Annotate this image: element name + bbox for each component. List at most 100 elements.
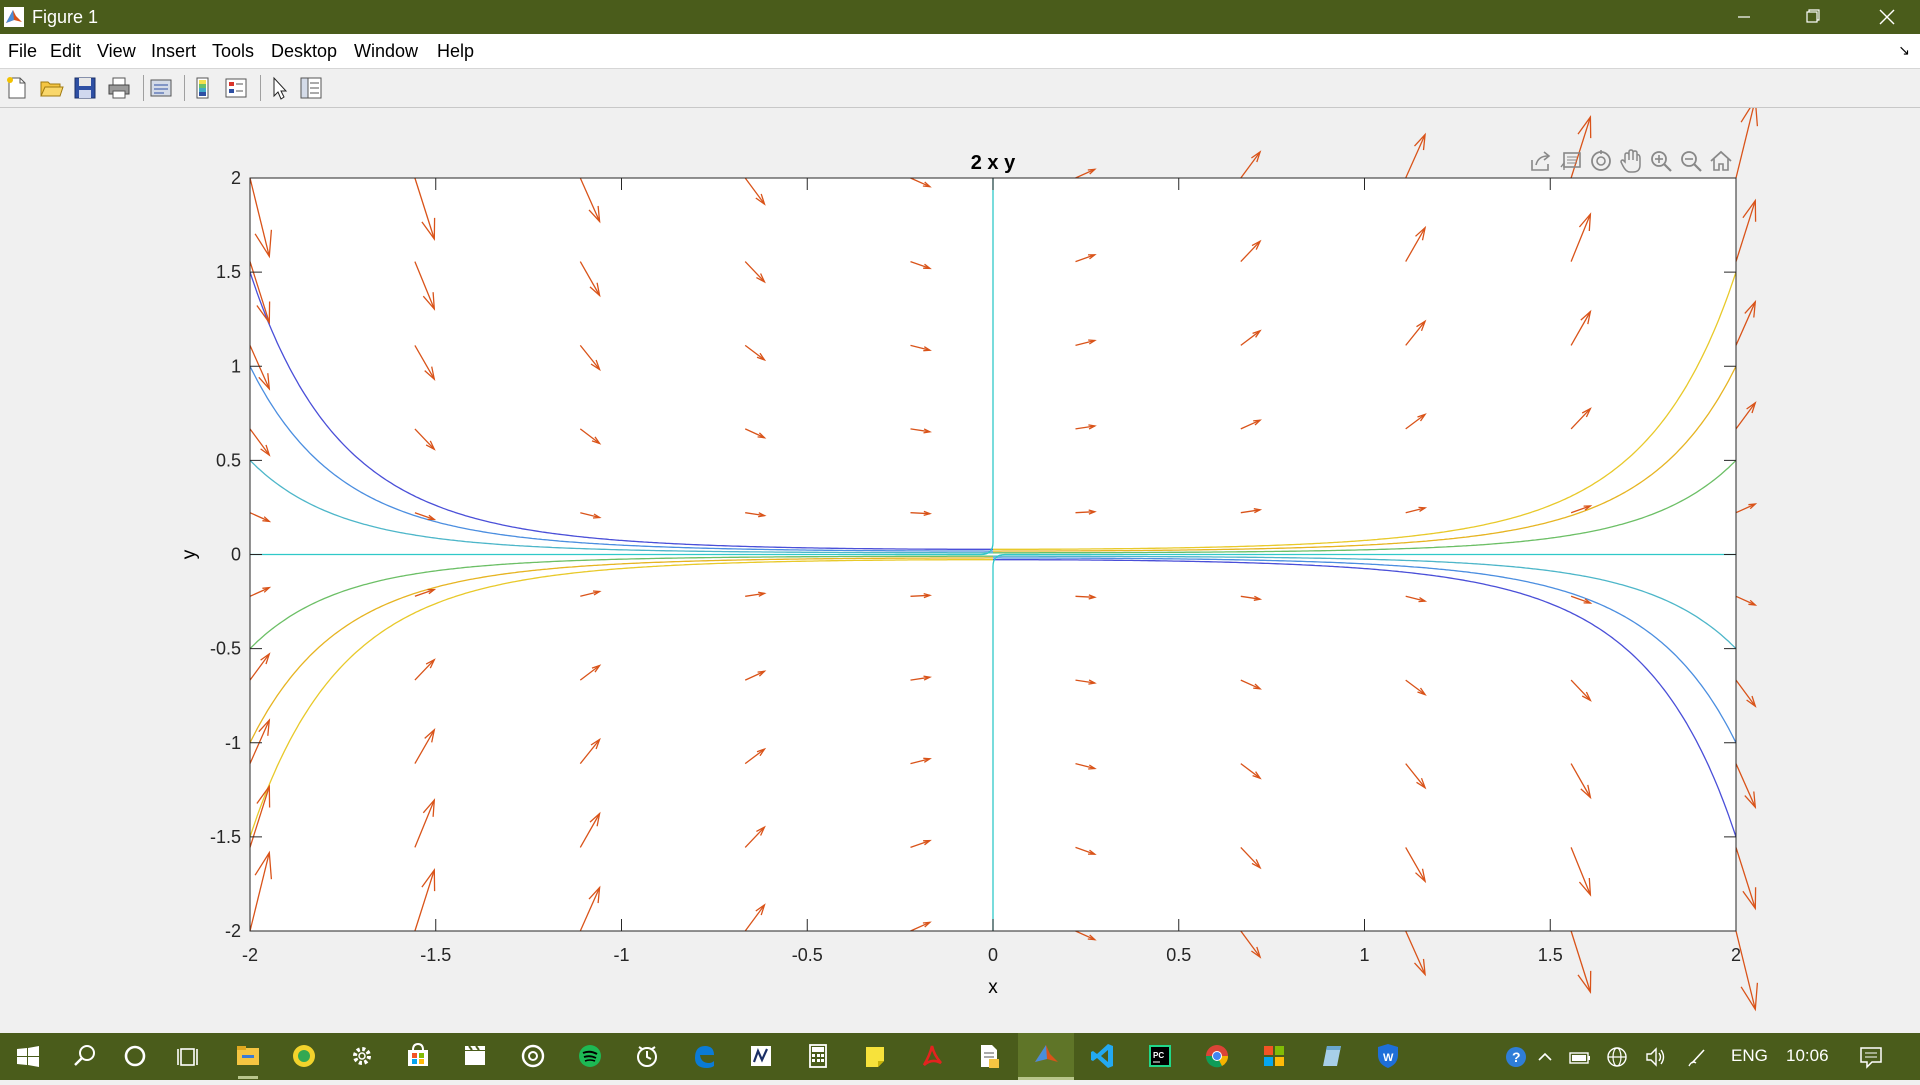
x-tick-label: -2 (242, 945, 258, 965)
toolbar-separator (184, 75, 185, 101)
x-tick-label: -1.5 (420, 945, 451, 965)
search-icon[interactable] (56, 1033, 112, 1080)
clock-icon[interactable] (619, 1033, 675, 1080)
chrome-icon[interactable] (1189, 1033, 1245, 1080)
y-tick-label: 0 (231, 545, 241, 565)
x-tick-label: 0.5 (1166, 945, 1191, 965)
cortana-icon[interactable] (107, 1033, 163, 1080)
spotify-icon[interactable] (562, 1033, 618, 1080)
pen-ink-icon[interactable] (1686, 1045, 1710, 1069)
dock-figure-icon[interactable]: ↘ (1898, 42, 1910, 59)
quiver-arrow (1735, 401, 1757, 430)
media-player-icon[interactable] (505, 1033, 561, 1080)
figure-toolbar (0, 69, 1920, 108)
x-axis-label: x (988, 977, 998, 998)
quiver-arrow (1735, 930, 1759, 1012)
notifications-icon[interactable] (1858, 1045, 1884, 1069)
pan-icon[interactable] (1618, 148, 1644, 174)
window-title: Figure 1 (32, 7, 99, 27)
home-icon[interactable] (1708, 148, 1734, 174)
title-bar: Figure 1 (0, 0, 1920, 34)
quiver-arrow (1240, 930, 1262, 959)
quiver-arrow (1075, 930, 1097, 941)
link-plot-icon[interactable] (148, 75, 174, 101)
battery-icon[interactable] (1568, 1047, 1592, 1067)
edit-plot-icon[interactable] (266, 75, 292, 101)
menu-view[interactable]: View (97, 41, 136, 62)
network-globe-icon[interactable] (1605, 1045, 1629, 1069)
menu-help[interactable]: Help (437, 41, 474, 62)
store-icon[interactable] (390, 1033, 446, 1080)
menu-insert[interactable]: Insert (151, 41, 196, 62)
insert-colorbar-icon[interactable] (190, 75, 216, 101)
new-figure-icon[interactable] (4, 75, 30, 101)
volume-icon[interactable] (1643, 1045, 1667, 1069)
svg-text:PC: PC (1153, 1051, 1164, 1060)
export-icon[interactable] (1528, 148, 1554, 174)
print-icon[interactable] (106, 75, 132, 101)
y-axis-label: y (179, 549, 200, 559)
property-inspector-icon[interactable] (298, 75, 324, 101)
menu-edit[interactable]: Edit (50, 41, 81, 62)
menu-file[interactable]: File (8, 41, 37, 62)
notes-icon[interactable] (1303, 1033, 1359, 1080)
y-tick-label: 0.5 (216, 450, 241, 470)
y-tick-label: 2 (231, 168, 241, 188)
quiver-arrow (1240, 150, 1262, 179)
insert-legend-icon[interactable] (223, 75, 249, 101)
app-icon[interactable] (276, 1033, 332, 1080)
quiver-arrow (1735, 503, 1758, 514)
menu-bar: File Edit View Insert Tools Desktop Wind… (0, 34, 1920, 69)
restore-button[interactable] (1778, 0, 1846, 34)
vscode-icon[interactable] (1075, 1033, 1131, 1080)
matlab-taskbar-button[interactable] (1018, 1033, 1074, 1080)
data-tips-icon[interactable] (1558, 148, 1584, 174)
file-explorer-icon[interactable] (220, 1033, 276, 1080)
pycharm-icon[interactable]: PC (1132, 1033, 1188, 1080)
menu-desktop[interactable]: Desktop (271, 41, 337, 62)
calculator-icon[interactable] (790, 1033, 846, 1080)
matlab-icon (1035, 1045, 1058, 1062)
office-icon[interactable] (1246, 1033, 1302, 1080)
y-tick-label: -1.5 (210, 827, 241, 847)
windows-start-icon[interactable] (0, 1033, 56, 1080)
open-file-icon[interactable] (38, 75, 64, 101)
video-editor-icon[interactable] (447, 1033, 503, 1080)
quiver-arrow (1735, 108, 1759, 179)
edge-icon[interactable] (676, 1033, 732, 1080)
x-tick-label: 1.5 (1538, 945, 1563, 965)
vpn-icon[interactable]: W (1360, 1033, 1416, 1080)
y-tick-label: -1 (225, 733, 241, 753)
document-icon[interactable] (961, 1033, 1017, 1080)
menu-window[interactable]: Window (354, 41, 418, 62)
task-view-icon[interactable] (161, 1033, 217, 1080)
matlab-logo-icon (4, 7, 24, 27)
y-tick-label: 1 (231, 356, 241, 376)
quiver-arrow (1405, 132, 1426, 179)
rotate-3d-icon[interactable] (1588, 148, 1614, 174)
quiver-plot[interactable]: -2 -1.5 -1 -0.5 0 0.5 1 1.5 2 2 1.5 1 0.5 0 -0.5 -1 -1.5… (0, 108, 1920, 1033)
notepad-icon[interactable] (733, 1033, 789, 1080)
acrobat-icon[interactable] (904, 1033, 960, 1080)
x-tick-label: -1 (613, 945, 629, 965)
zoom-out-icon[interactable] (1678, 148, 1704, 174)
show-hidden-icons-icon[interactable] (1536, 1048, 1554, 1066)
close-button[interactable] (1852, 0, 1920, 34)
clock-time[interactable]: 10:06 (1786, 1046, 1829, 1066)
quiver-arrow (1075, 168, 1097, 179)
quiver-arrow (1735, 595, 1758, 606)
help-icon[interactable]: ? (1505, 1046, 1527, 1068)
windows-taskbar: PC W ? ENG 10:06 (0, 1033, 1920, 1080)
language-indicator[interactable]: ENG (1731, 1046, 1768, 1066)
x-tick-label: -0.5 (792, 945, 823, 965)
zoom-in-icon[interactable] (1648, 148, 1674, 174)
figure-canvas: -2 -1.5 -1 -0.5 0 0.5 1 1.5 2 2 1.5 1 0.5 0 -0.5 -1 -1.5… (0, 108, 1920, 1033)
sticky-notes-icon[interactable] (847, 1033, 903, 1080)
save-icon[interactable] (72, 75, 98, 101)
minimize-button[interactable] (1710, 0, 1778, 34)
settings-icon[interactable] (334, 1033, 390, 1080)
quiver-arrow (1735, 198, 1757, 262)
x-tick-label: 2 (1731, 945, 1741, 965)
svg-text:?: ? (1512, 1049, 1521, 1065)
menu-tools[interactable]: Tools (212, 41, 254, 62)
